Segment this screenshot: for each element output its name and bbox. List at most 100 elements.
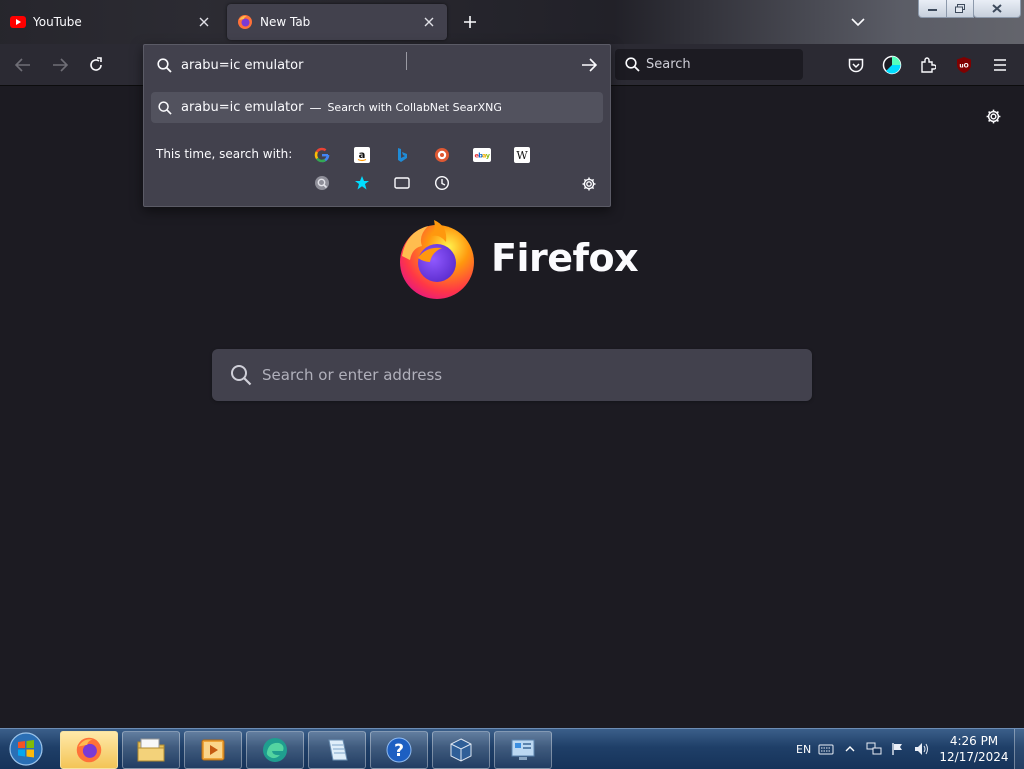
firefox-icon xyxy=(237,14,253,30)
close-icon xyxy=(424,17,434,27)
chevron-down-icon xyxy=(851,18,865,27)
suggestion-query: arabu=ic emulator xyxy=(181,100,304,115)
newtab-search-placeholder: Search or enter address xyxy=(262,366,443,384)
go-button[interactable] xyxy=(578,54,600,76)
notepad-icon xyxy=(328,739,348,761)
suggestion-separator: — xyxy=(309,100,322,115)
taskbar-virtualbox[interactable] xyxy=(432,731,490,769)
account-button[interactable] xyxy=(879,52,905,78)
search-bar-placeholder: Search xyxy=(646,57,691,72)
wikipedia-engine-button[interactable]: W xyxy=(512,145,532,165)
searxng-engine-button[interactable] xyxy=(312,173,332,193)
minimize-window-button[interactable] xyxy=(918,0,948,18)
search-suggestion-row[interactable]: arabu=ic emulator — Search with CollabNe… xyxy=(151,92,603,123)
urlbar-dropdown: arabu=ic emulator arabu=ic emulator — Se… xyxy=(143,44,611,207)
extensions-button[interactable] xyxy=(915,52,941,78)
arrow-right-icon xyxy=(53,58,68,72)
ublock-origin-button[interactable]: uO xyxy=(951,52,977,78)
svg-text:y: y xyxy=(486,152,491,160)
account-icon xyxy=(882,55,902,75)
amazon-icon: a xyxy=(354,147,370,163)
taskbar-help[interactable]: ? xyxy=(370,731,428,769)
svg-text:W: W xyxy=(516,149,528,162)
plus-icon xyxy=(464,16,476,28)
volume-icon[interactable] xyxy=(914,729,930,769)
close-tab-button[interactable] xyxy=(192,10,216,34)
clock-time: 4:26 PM xyxy=(949,734,999,748)
text-cursor-icon xyxy=(406,52,407,70)
amazon-engine-button[interactable]: a xyxy=(352,145,372,165)
search-icon xyxy=(158,100,172,115)
show-desktop-button[interactable] xyxy=(1014,729,1024,769)
tab-icon xyxy=(394,177,410,189)
firefox-icon xyxy=(76,737,102,763)
reload-button[interactable] xyxy=(83,52,109,78)
language-label: EN xyxy=(796,742,812,756)
taskbar-control-panel[interactable] xyxy=(494,731,552,769)
show-hidden-icons-button[interactable] xyxy=(845,729,855,769)
clock-icon xyxy=(434,175,450,191)
youtube-icon xyxy=(10,14,26,30)
close-window-button[interactable] xyxy=(973,0,1021,18)
system-clock[interactable]: 4:26 PM 12/17/2024 xyxy=(936,733,1012,765)
pocket-button[interactable] xyxy=(843,52,869,78)
start-button[interactable] xyxy=(4,730,48,768)
ublock-shield-icon: uO xyxy=(957,57,971,73)
new-tab-button[interactable] xyxy=(458,10,482,34)
search-settings-button[interactable] xyxy=(578,173,600,195)
keyboard-icon[interactable] xyxy=(818,729,834,769)
arrow-left-icon xyxy=(15,58,30,72)
taskbar-media-player[interactable] xyxy=(184,731,242,769)
firefox-wordmark: Firefox xyxy=(491,236,639,280)
google-engine-button[interactable] xyxy=(312,145,332,165)
minimize-icon xyxy=(928,8,937,11)
taskbar-firefox[interactable] xyxy=(60,731,118,769)
tabs-search-button[interactable] xyxy=(392,173,412,193)
magnifier-globe-icon xyxy=(315,176,329,190)
taskbar-file-explorer[interactable] xyxy=(122,731,180,769)
wikipedia-icon: W xyxy=(514,147,530,163)
arrow-right-icon xyxy=(582,58,597,72)
close-icon xyxy=(199,17,209,27)
tab-strip: YouTube New Tab xyxy=(0,0,1024,44)
reload-icon xyxy=(90,57,102,71)
language-indicator[interactable]: EN xyxy=(796,729,811,769)
ebay-engine-button[interactable]: ebay xyxy=(472,145,492,165)
svg-text:uO: uO xyxy=(959,63,968,70)
tab-youtube[interactable]: YouTube xyxy=(0,4,222,40)
restore-window-button[interactable] xyxy=(946,0,974,18)
svg-text:a: a xyxy=(359,150,366,161)
search-bar[interactable]: Search xyxy=(615,49,803,80)
taskbar-edge[interactable] xyxy=(246,731,304,769)
restore-icon xyxy=(955,4,965,13)
star-icon xyxy=(355,176,369,190)
taskbar-notepad[interactable] xyxy=(308,731,366,769)
duckduckgo-engine-button[interactable] xyxy=(432,145,452,165)
chevron-up-icon xyxy=(845,746,855,752)
bing-icon xyxy=(398,148,407,162)
list-all-tabs-button[interactable] xyxy=(846,10,870,34)
oneoff-search-label: This time, search with: xyxy=(156,147,293,161)
windows-taskbar: ? EN 4:26 PM 12/17/2024 xyxy=(0,728,1024,769)
newtab-search-field[interactable]: Search or enter address xyxy=(212,349,812,401)
clock-date: 12/17/2024 xyxy=(939,750,1009,764)
history-search-button[interactable] xyxy=(432,173,452,193)
app-menu-button[interactable] xyxy=(987,52,1013,78)
bookmarks-search-button[interactable] xyxy=(352,173,372,193)
pocket-icon xyxy=(848,58,864,72)
action-center-flag-icon[interactable] xyxy=(891,729,905,769)
urlbar-value[interactable]: arabu=ic emulator xyxy=(181,58,303,73)
newtab-settings-button[interactable] xyxy=(982,105,1004,127)
tab-new-tab[interactable]: New Tab xyxy=(227,4,447,40)
back-button[interactable] xyxy=(10,52,36,78)
network-icon[interactable] xyxy=(866,729,882,769)
folder-icon xyxy=(137,738,165,762)
urlbar-input[interactable]: arabu=ic emulator xyxy=(144,45,610,85)
gear-icon xyxy=(582,177,596,191)
bing-engine-button[interactable] xyxy=(392,145,412,165)
google-icon xyxy=(314,147,330,163)
close-icon xyxy=(992,4,1002,13)
forward-button[interactable] xyxy=(47,52,73,78)
close-tab-button[interactable] xyxy=(417,10,441,34)
search-icon xyxy=(625,57,640,72)
